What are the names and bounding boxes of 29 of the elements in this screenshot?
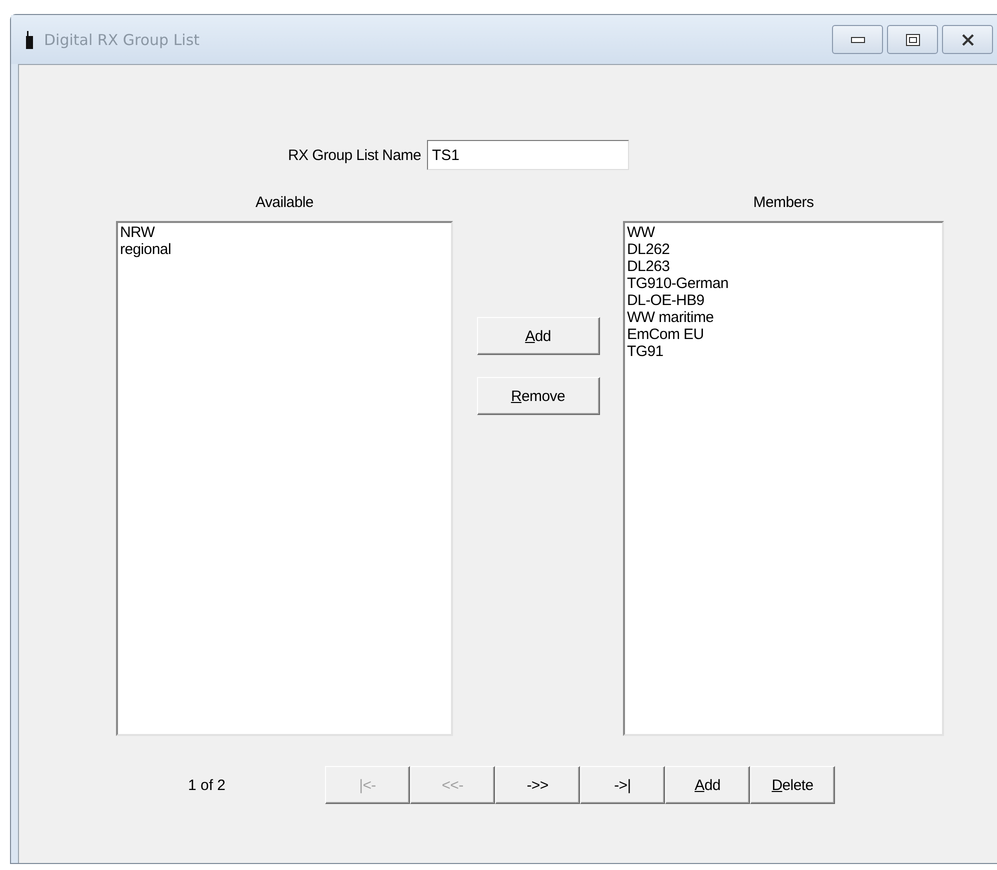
name-label: RX Group List Name — [288, 146, 421, 164]
close-icon — [960, 34, 974, 46]
pager-button[interactable]: Delete — [750, 766, 835, 804]
minimize-icon — [850, 36, 864, 42]
remove-button[interactable]: Remove — [476, 377, 600, 415]
window-title: Digital RX Group List — [44, 30, 200, 48]
list-item[interactable]: regional — [120, 241, 171, 258]
list-item[interactable]: EmCom EU — [627, 326, 704, 343]
available-heading: Available — [256, 194, 314, 211]
list-item[interactable]: TG910-German — [627, 275, 728, 292]
pager-button[interactable]: Add — [665, 766, 750, 804]
name-field[interactable]: TS1 — [426, 140, 629, 170]
list-item[interactable]: WW maritime — [627, 309, 714, 326]
members-heading: Members — [753, 194, 814, 211]
list-item[interactable]: TG91 — [627, 343, 664, 360]
page-indicator: 1 of 2 — [188, 776, 227, 794]
list-item[interactable]: DL262 — [627, 241, 670, 258]
add-button[interactable]: Add — [476, 317, 600, 355]
maximize-button[interactable] — [887, 25, 938, 54]
list-item[interactable]: DL263 — [627, 258, 670, 275]
minimize-button[interactable] — [832, 25, 883, 54]
maximize-icon — [906, 34, 920, 46]
list-item[interactable]: WW — [627, 224, 655, 241]
close-button[interactable] — [942, 25, 993, 54]
pager-button[interactable]: ->| — [580, 766, 665, 804]
list-item[interactable]: DL-OE-HB9 — [627, 292, 704, 309]
pager-button[interactable]: ->> — [495, 766, 580, 804]
list-item[interactable]: NRW — [120, 224, 155, 241]
radio-icon — [25, 30, 34, 48]
